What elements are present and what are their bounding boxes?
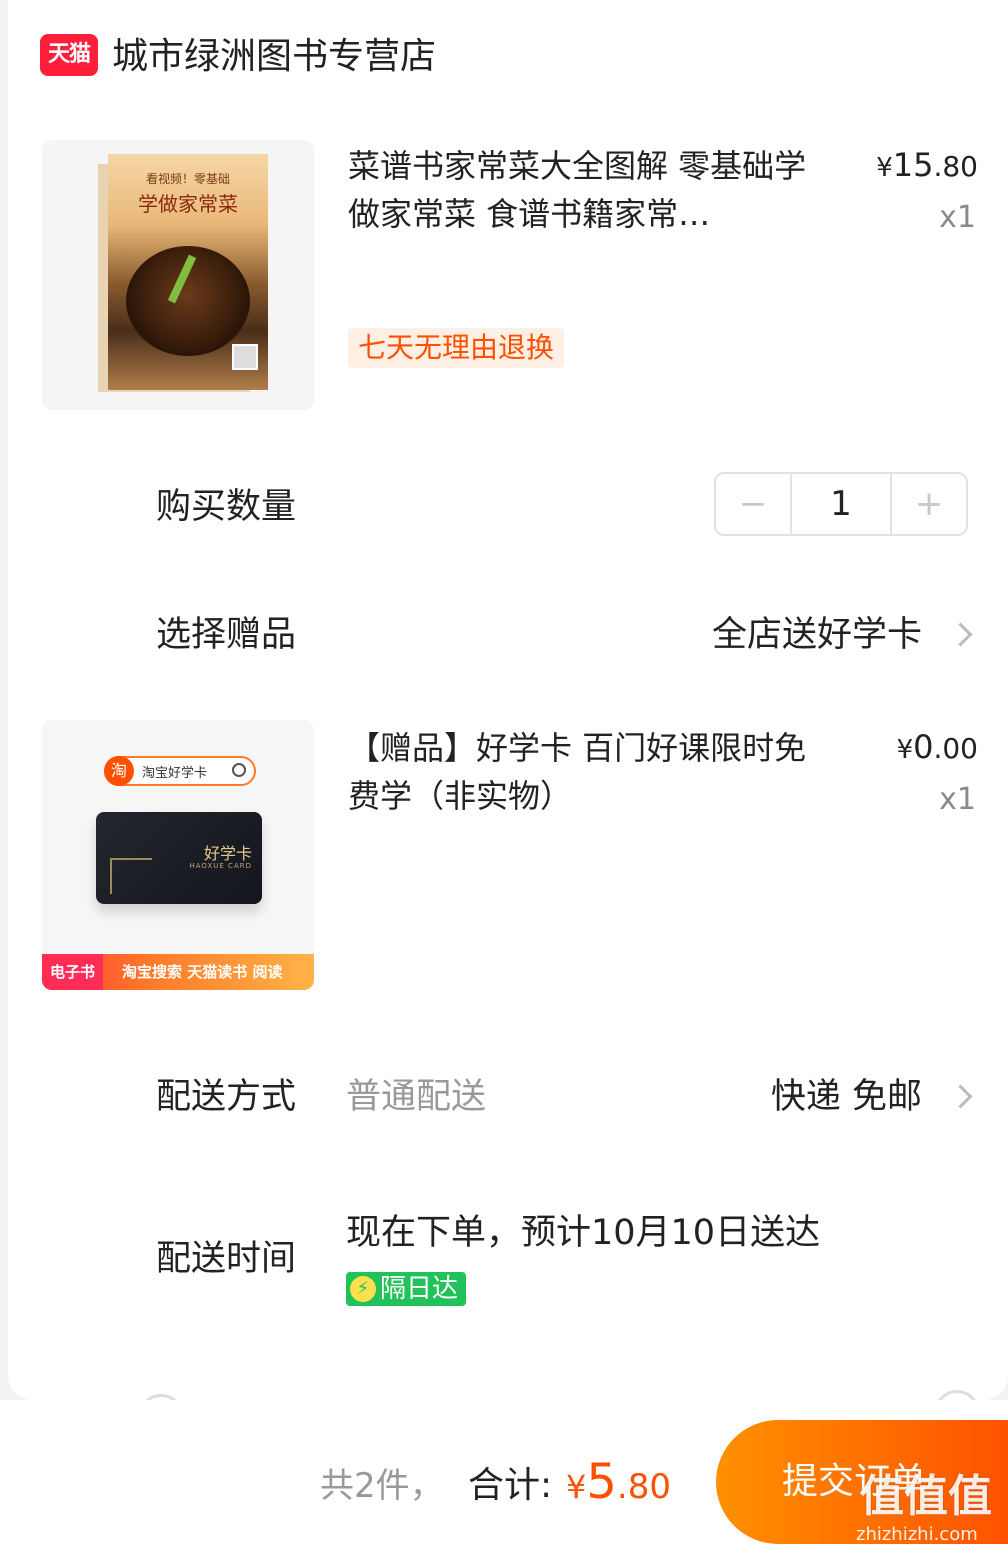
delivery-type: 普通配送 — [346, 1077, 487, 1117]
membership-card-graphic: 好学卡 HAOXUE CARD — [96, 812, 262, 904]
ebook-banner: 电子书 淘宝搜索 天猫读书 阅读 — [42, 954, 314, 990]
return-policy-tag: 七天无理由退换 — [348, 328, 565, 368]
card-decoration — [110, 858, 152, 894]
quantity-stepper: − 1 + — [714, 472, 968, 536]
card-name: 好学卡 — [203, 844, 252, 863]
product-image-gift[interactable]: 淘 淘宝好学卡 好学卡 HAOXUE CARD 电子书 淘宝搜索 天猫读书 阅读 — [42, 720, 314, 990]
price-decimal: .00 — [933, 732, 978, 765]
delivery-method-label: 配送方式 — [156, 1077, 297, 1117]
next-day-tag: ⚡ 隔日达 — [346, 1272, 467, 1306]
book-cover: 看视频！零基础 学做家常菜 — [108, 154, 268, 390]
total-currency: ¥ — [566, 1468, 587, 1506]
gift-title[interactable]: 【赠品】好学卡 百门好课限时免费学（非实物） — [348, 724, 828, 820]
banner-text: 淘宝搜索 天猫读书 阅读 — [122, 963, 283, 981]
gift-quantity: x1 — [939, 782, 976, 817]
next-day-text: 隔日达 — [380, 1274, 459, 1304]
item-count: 共2件， — [320, 1466, 444, 1506]
lightning-icon: ⚡ — [350, 1276, 376, 1302]
product-image-book[interactable]: 看视频！零基础 学做家常菜 — [42, 140, 314, 410]
product-quantity: x1 — [939, 200, 976, 235]
card-subtitle: HAOXUE CARD — [189, 862, 252, 870]
total-decimal: .80 — [616, 1467, 671, 1507]
gift-value[interactable]: 全店送好学卡 — [712, 610, 922, 660]
total-int: 5 — [586, 1454, 617, 1510]
search-text: 淘宝好学卡 — [142, 766, 208, 781]
qr-code — [232, 344, 258, 370]
search-bar-graphic: 淘 淘宝好学卡 — [104, 756, 256, 786]
total-label: 合计: — [468, 1465, 553, 1506]
delivery-method-value[interactable]: 快递 免邮 — [771, 1072, 922, 1122]
delivery-time-label: 配送时间 — [156, 1239, 297, 1279]
cover-subtitle: 看视频！零基础 — [145, 172, 230, 186]
quantity-value[interactable]: 1 — [790, 474, 892, 534]
plus-button[interactable]: + — [892, 474, 966, 534]
search-icon — [232, 763, 246, 777]
price-int: 0 — [913, 728, 934, 766]
tmall-logo: 天猫 — [40, 34, 98, 76]
price-decimal: .80 — [933, 150, 978, 183]
taobao-icon: 淘 — [104, 756, 134, 786]
watermark: 值值值 — [860, 1471, 992, 1522]
product-price: ¥15.80 — [876, 146, 978, 184]
price-currency: ¥ — [876, 153, 893, 183]
product-title[interactable]: 菜谱书家常菜大全图解 零基础学做家常菜 食谱书籍家常… — [348, 142, 828, 238]
purchase-qty-label: 购买数量 — [156, 487, 297, 527]
price-currency: ¥ — [896, 735, 914, 765]
minus-button[interactable]: − — [716, 474, 790, 534]
watermark-url: zhizhizhi.com — [856, 1524, 978, 1545]
ebook-tag: 电子书 — [42, 954, 104, 990]
gift-label: 选择赠品 — [156, 615, 297, 655]
delivery-time-value: 现在下单，预计10月10日送达 — [346, 1213, 821, 1253]
cover-title: 学做家常菜 — [138, 192, 238, 216]
price-int: 15 — [892, 146, 934, 184]
gift-price: ¥0.00 — [897, 728, 978, 766]
shop-name[interactable]: 城市绿洲图书专营店 — [112, 32, 436, 82]
total-price: ¥5.80 — [566, 1454, 671, 1510]
